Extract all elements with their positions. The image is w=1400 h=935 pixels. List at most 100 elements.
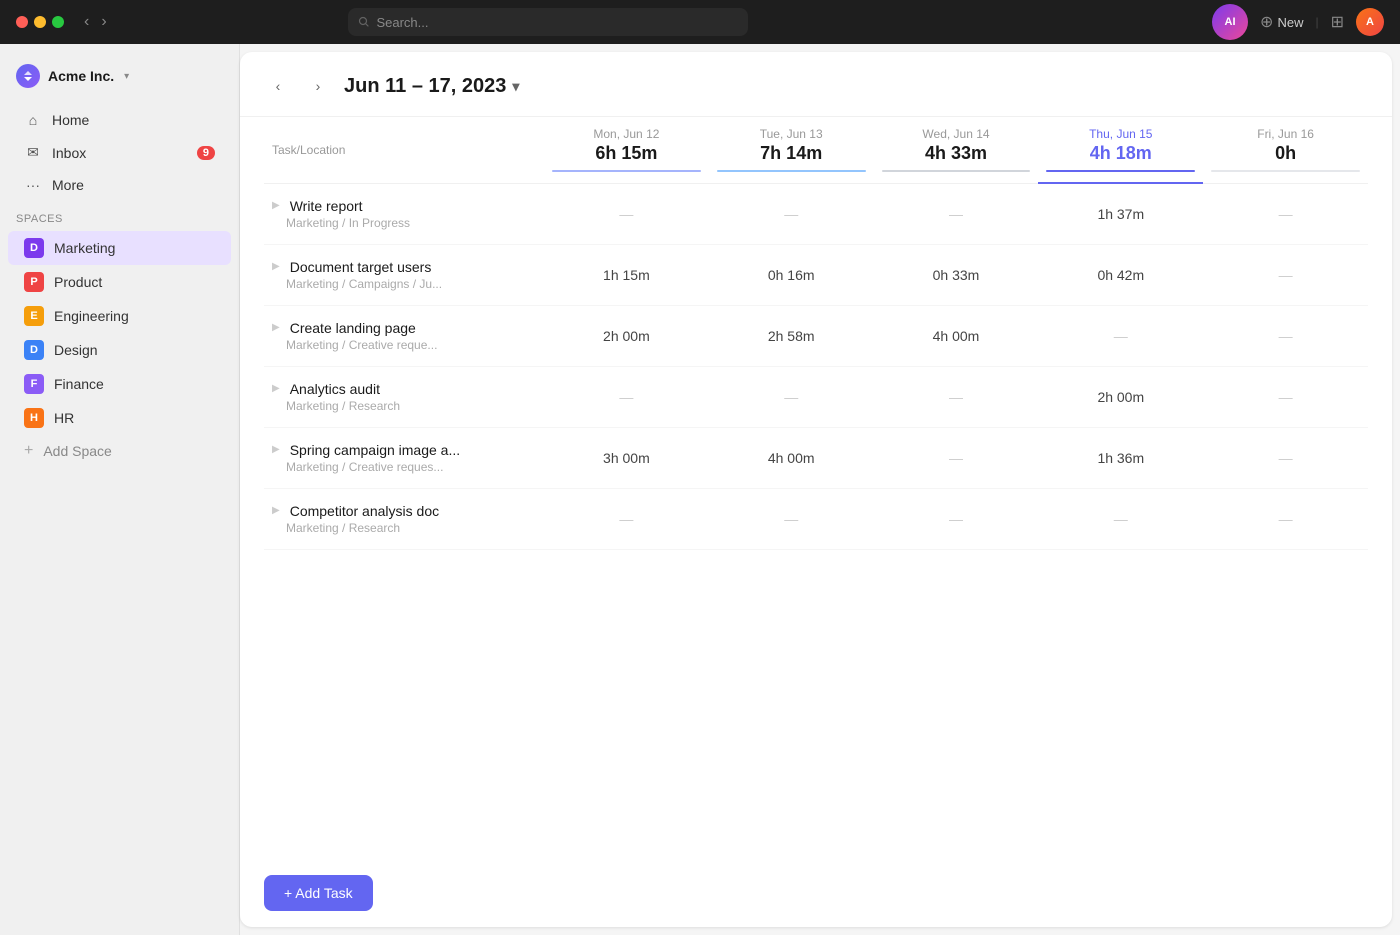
add-task-button[interactable]: + Add Task (264, 875, 373, 911)
day-hours-fri: 0h (1211, 143, 1360, 164)
task-name-text: Document target users (290, 259, 432, 275)
table-row: ▶ Document target users Marketing / Camp… (264, 244, 1368, 305)
expand-icon[interactable]: ▶ (272, 444, 280, 455)
new-button[interactable]: ⊕ New (1260, 12, 1303, 32)
task-cell-analytics-audit: ▶ Analytics audit Marketing / Research (264, 366, 544, 427)
time-cell-tue: 2h 58m (709, 305, 874, 366)
search-bar[interactable]: Search... (348, 8, 748, 36)
sidebar-item-label: Home (52, 112, 89, 128)
sidebar-item-more[interactable]: ··· More (8, 169, 231, 201)
add-space-label: Add Space (43, 443, 112, 459)
grid-header: Task/Location Mon, Jun 12 6h 15m Tue, Ju… (264, 117, 1368, 183)
grid-table: Task/Location Mon, Jun 12 6h 15m Tue, Ju… (264, 117, 1368, 550)
task-cell-landing-page: ▶ Create landing page Marketing / Creati… (264, 305, 544, 366)
time-cell-tue: — (709, 183, 874, 244)
sidebar-item-hr[interactable]: H HR (8, 401, 231, 435)
task-location: Marketing / Creative reques... (272, 460, 536, 474)
back-arrow-icon[interactable]: ‹ (80, 11, 93, 33)
table-row: ▶ Spring campaign image a... Marketing /… (264, 427, 1368, 488)
task-name-text: Spring campaign image a... (290, 442, 460, 458)
sidebar-item-inbox[interactable]: ✉ Inbox 9 (8, 136, 231, 169)
day-name-wed: Wed, Jun 14 (882, 127, 1031, 141)
time-cell-thu: 0h 42m (1038, 244, 1203, 305)
day-name-thu: Thu, Jun 15 (1046, 127, 1195, 141)
time-cell-fri: — (1203, 488, 1368, 549)
workspace-header[interactable]: Acme Inc. ▾ (0, 56, 239, 104)
time-cell-fri: — (1203, 244, 1368, 305)
space-label: Engineering (54, 308, 129, 324)
task-cell-document-target: ▶ Document target users Marketing / Camp… (264, 244, 544, 305)
day-name-fri: Fri, Jun 16 (1211, 127, 1360, 141)
sidebar-item-label: Inbox (52, 145, 86, 161)
day-underline-wed (882, 170, 1031, 172)
day-header-wed: Wed, Jun 14 4h 33m (874, 117, 1039, 183)
search-placeholder: Search... (376, 15, 428, 30)
sidebar: Acme Inc. ▾ ⌂ Home ✉ Inbox 9 ··· More Sp… (0, 44, 240, 935)
day-underline-tue (717, 170, 866, 172)
time-cell-wed: 4h 00m (874, 305, 1039, 366)
space-label: Marketing (54, 240, 115, 256)
space-icon-hr: H (24, 408, 44, 428)
expand-icon[interactable]: ▶ (272, 261, 280, 272)
space-label: Design (54, 342, 98, 358)
table-row: ▶ Competitor analysis doc Marketing / Re… (264, 488, 1368, 549)
search-icon (358, 16, 370, 28)
sidebar-item-home[interactable]: ⌂ Home (8, 104, 231, 136)
expand-icon[interactable]: ▶ (272, 383, 280, 394)
time-cell-thu: — (1038, 305, 1203, 366)
time-cell-tue: 4h 00m (709, 427, 874, 488)
sidebar-item-product[interactable]: P Product (8, 265, 231, 299)
titlebar-right: AI ⊕ New | ⊞ A (1212, 4, 1384, 40)
space-label: Finance (54, 376, 104, 392)
space-icon-engineering: E (24, 306, 44, 326)
titlebar: ‹ › Search... AI ⊕ New | ⊞ A (0, 0, 1400, 44)
time-cell-tue: 0h 16m (709, 244, 874, 305)
time-cell-wed: 0h 33m (874, 244, 1039, 305)
task-cell-write-report: ▶ Write report Marketing / In Progress (264, 183, 544, 244)
day-header-fri: Fri, Jun 16 0h (1203, 117, 1368, 183)
time-cell-fri: — (1203, 183, 1368, 244)
task-location: Marketing / Research (272, 399, 536, 413)
header-row: Task/Location Mon, Jun 12 6h 15m Tue, Ju… (264, 117, 1368, 183)
day-hours-thu: 4h 18m (1046, 143, 1195, 164)
space-icon-marketing: D (24, 238, 44, 258)
time-cell-mon: — (544, 488, 709, 549)
close-button[interactable] (16, 16, 28, 28)
task-location: Marketing / Creative reque... (272, 338, 536, 352)
expand-icon[interactable]: ▶ (272, 322, 280, 333)
day-name-mon: Mon, Jun 12 (552, 127, 701, 141)
time-cell-fri: — (1203, 305, 1368, 366)
add-task-label: + Add Task (284, 885, 353, 901)
time-cell-mon: 3h 00m (544, 427, 709, 488)
table-row: ▶ Analytics audit Marketing / Research —… (264, 366, 1368, 427)
workspace-chevron-icon: ▾ (124, 71, 129, 82)
add-space-button[interactable]: + Add Space (8, 435, 231, 467)
sidebar-item-design[interactable]: D Design (8, 333, 231, 367)
day-underline-mon (552, 170, 701, 172)
time-cell-wed: — (874, 183, 1039, 244)
time-cell-mon: — (544, 183, 709, 244)
prev-week-button[interactable]: ‹ (264, 72, 292, 100)
main-layout: Acme Inc. ▾ ⌂ Home ✉ Inbox 9 ··· More Sp… (0, 44, 1400, 935)
expand-icon[interactable]: ▶ (272, 505, 280, 516)
day-header-mon: Mon, Jun 12 6h 15m (544, 117, 709, 183)
forward-arrow-icon[interactable]: › (97, 11, 110, 33)
maximize-button[interactable] (52, 16, 64, 28)
date-range-text: Jun 11 – 17, 2023 (344, 75, 506, 98)
next-week-button[interactable]: › (304, 72, 332, 100)
task-cell-spring-campaign: ▶ Spring campaign image a... Marketing /… (264, 427, 544, 488)
plus-icon: + (24, 442, 33, 460)
date-range[interactable]: Jun 11 – 17, 2023 ▾ (344, 75, 519, 98)
workspace-name: Acme Inc. (48, 68, 114, 84)
workspace-logo (16, 64, 40, 88)
task-location: Marketing / Campaigns / Ju... (272, 277, 536, 291)
sidebar-item-engineering[interactable]: E Engineering (8, 299, 231, 333)
sidebar-item-marketing[interactable]: D Marketing (8, 231, 231, 265)
minimize-button[interactable] (34, 16, 46, 28)
task-name-text: Write report (290, 198, 363, 214)
avatar[interactable]: A (1356, 8, 1384, 36)
grid-icon[interactable]: ⊞ (1331, 12, 1344, 32)
expand-icon[interactable]: ▶ (272, 200, 280, 211)
sidebar-item-finance[interactable]: F Finance (8, 367, 231, 401)
ai-button[interactable]: AI (1212, 4, 1248, 40)
